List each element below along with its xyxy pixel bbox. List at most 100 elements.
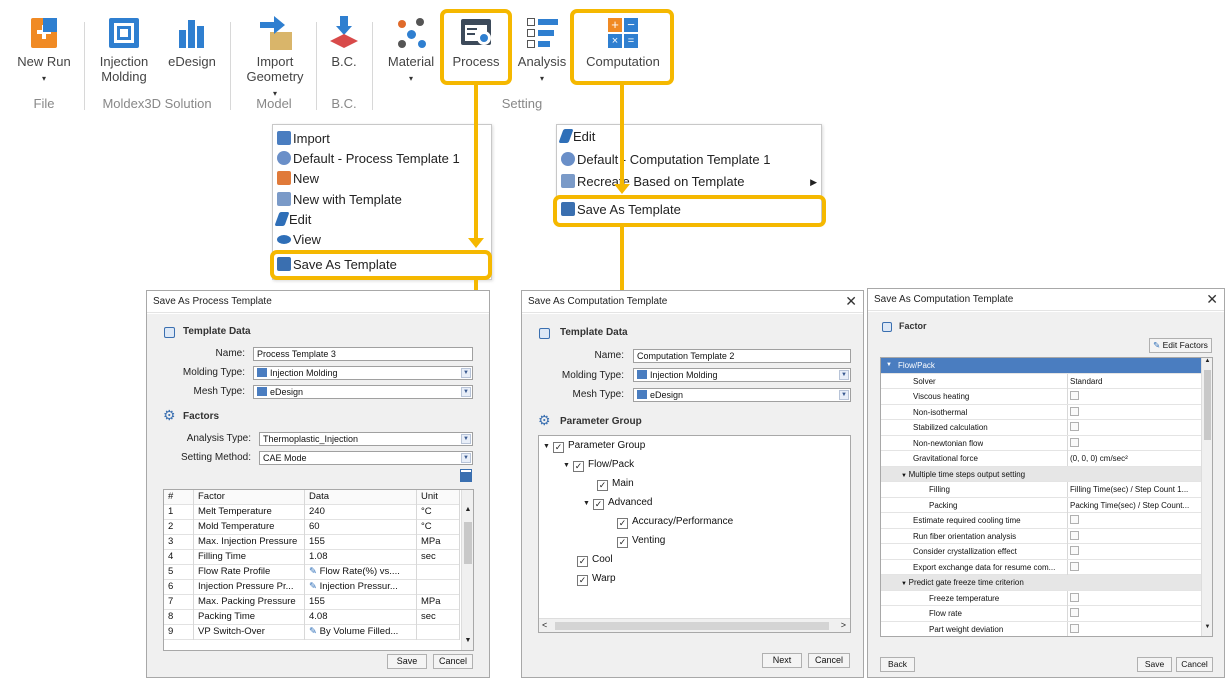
save-button[interactable]: Save [387,654,427,669]
cancel-button[interactable]: Cancel [433,654,473,669]
pencil-icon[interactable]: ✎ [309,566,320,577]
menu-item-new-with-template[interactable]: New with Template [277,190,402,210]
checkbox[interactable] [1070,437,1079,447]
factor-row[interactable]: Filling Filling Time(sec) / Step Count 1.… [881,482,1201,498]
factor-value[interactable] [1067,606,1201,621]
menu-item-edit[interactable]: Edit [558,127,595,147]
factor-data[interactable]: ✎ By Volume Filled... [305,625,417,640]
expand-icon[interactable]: ▼ [901,473,909,479]
pencil-icon[interactable]: ✎ [309,626,320,637]
table-row[interactable]: 1 Melt Temperature 240 °C [164,505,460,520]
trash-icon[interactable] [460,469,472,482]
factor-data[interactable]: 155 [305,595,417,610]
factor-row[interactable]: Estimate required cooling time [881,513,1201,529]
menu-item-edit[interactable]: Edit [274,210,311,230]
material-button[interactable]: Material ▾ [382,16,440,86]
setting-method-select[interactable]: CAE Mode ▼ [259,451,473,465]
checkbox[interactable] [1070,608,1079,617]
table-row[interactable]: 2 Mold Temperature 60 °C [164,520,460,535]
factor-value[interactable] [1067,389,1201,404]
tree-item-cool[interactable]: ✓ Cool [577,552,613,568]
factor-value[interactable]: Packing Time(sec) / Step Count... [1067,497,1201,513]
checkbox[interactable] [1070,592,1079,602]
edesign-button[interactable]: eDesign [160,16,224,69]
factor-data[interactable]: 155 [305,535,417,550]
expand-icon[interactable]: ▼ [563,458,573,474]
close-icon[interactable]: ✕ [845,293,857,310]
table-row[interactable]: 6 Injection Pressure Pr... ✎ Injection Pre… [164,580,460,595]
subgroup-row[interactable]: ▼ Predict gate freeze time criterion [881,575,1201,591]
subgroup-row[interactable]: ▼ Multiple time steps output setting [881,466,1201,482]
import-geometry-button[interactable]: Import Geometry ▾ [240,16,310,101]
menu-item-default-process-template[interactable]: Default - Process Template 1 [277,149,460,169]
new-run-button[interactable]: New Run ▾ [12,16,76,86]
factor-value[interactable] [1067,513,1201,528]
table-row[interactable]: 9 VP Switch-Over ✎ By Volume Filled... [164,625,460,640]
checkbox[interactable]: ✓ [577,556,588,567]
checkbox[interactable]: ✓ [593,499,604,510]
factor-row[interactable]: Gravitational force (0, 0, 0) cm/sec² [881,451,1201,467]
tree-item-advanced[interactable]: ▼ ✓ Advanced [583,495,652,511]
next-button[interactable]: Next [762,653,802,668]
checkbox[interactable]: ✓ [573,461,584,472]
table-row[interactable]: 8 Packing Time 4.08 sec [164,610,460,625]
tree-item-flow-pack[interactable]: ▼ ✓ Flow/Pack [563,457,634,473]
analysis-type-select[interactable]: Thermoplastic_Injection ▼ [259,432,473,446]
factor-value[interactable] [1067,420,1201,435]
factor-row[interactable]: Non-isothermal [881,404,1201,420]
factor-row[interactable]: Export exchange data for resume com... [881,559,1201,575]
mesh-type-select[interactable]: eDesign ▼ [633,388,851,402]
factor-data[interactable]: ✎ Flow Rate(%) vs.... [305,565,417,580]
menu-item-view[interactable]: View [277,230,321,250]
factor-row[interactable]: Consider crystallization effect [881,544,1201,560]
injection-molding-button[interactable]: Injection Molding [92,16,156,84]
scrollbar[interactable]: ▲ ▼ [1201,358,1212,636]
checkbox[interactable] [1070,530,1079,540]
scrollbar-thumb[interactable] [464,522,472,564]
close-icon[interactable]: ✕ [1206,291,1218,308]
molding-type-select[interactable]: Injection Molding ▼ [253,366,473,380]
back-button[interactable]: Back [880,657,915,672]
tree-item-main[interactable]: ✓ Main [597,476,634,492]
factor-value[interactable]: Standard [1067,373,1201,389]
mesh-type-select[interactable]: eDesign ▼ [253,385,473,399]
tree-item-venting[interactable]: ✓ Venting [617,533,665,549]
name-field[interactable]: Process Template 3 [253,347,473,361]
tree-item-accuracy-performance[interactable]: ✓ Accuracy/Performance [617,514,733,530]
expand-icon[interactable]: ▼ [543,439,553,455]
factor-value[interactable] [1067,404,1201,420]
checkbox[interactable]: ✓ [553,442,564,453]
factor-data[interactable]: 240 [305,505,417,520]
checkbox[interactable] [1070,561,1079,571]
checkbox[interactable] [1070,406,1079,416]
menu-item-recreate-based-on-template[interactable]: Recreate Based on Template ▶ [561,172,817,192]
table-row[interactable]: 4 Filling Time 1.08 sec [164,550,460,565]
scrollbar[interactable]: ▲ ▼ [461,490,473,650]
scrollbar-thumb[interactable] [555,622,829,630]
scrollbar-thumb[interactable] [1204,370,1211,440]
factor-data[interactable]: 1.08 [305,550,417,565]
factor-value[interactable]: (0, 0, 0) cm/sec² [1067,451,1201,466]
menu-item-default-computation-template[interactable]: Default - Computation Template 1 [561,150,770,170]
factor-data[interactable]: 4.08 [305,610,417,625]
checkbox[interactable] [1070,422,1079,431]
group-header-flow-pack[interactable]: ▼ Flow/Pack [881,358,1201,374]
name-field[interactable]: Computation Template 2 [633,349,851,363]
factor-row[interactable]: Flow rate [881,606,1201,622]
factor-row[interactable]: Run fiber orientation analysis [881,528,1201,544]
expand-icon[interactable]: ▼ [583,496,593,512]
factor-row[interactable]: Freeze temperature [881,590,1201,606]
scroll-left-icon[interactable]: < [542,620,547,630]
factor-data[interactable]: ✎ Injection Pressur... [305,580,417,595]
factor-row[interactable]: Packing Packing Time(sec) / Step Count... [881,497,1201,513]
factor-value[interactable] [1067,621,1201,636]
scroll-right-icon[interactable]: > [841,620,846,630]
factor-data[interactable]: 60 [305,520,417,535]
checkbox[interactable]: ✓ [577,575,588,586]
cancel-button[interactable]: Cancel [808,653,850,668]
factor-value[interactable] [1067,435,1201,451]
checkbox[interactable] [1070,546,1079,555]
table-row[interactable]: 5 Flow Rate Profile ✎ Flow Rate(%) vs.... [164,565,460,580]
molding-type-select[interactable]: Injection Molding ▼ [633,368,851,382]
factor-row[interactable]: Viscous heating [881,389,1201,405]
